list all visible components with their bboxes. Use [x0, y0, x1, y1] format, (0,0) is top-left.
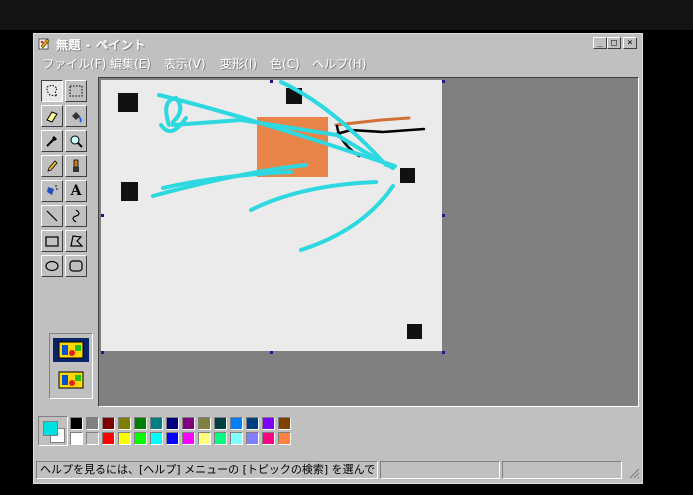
menu-image[interactable]: 変形(I) — [220, 55, 257, 72]
palette-swatch[interactable] — [134, 432, 147, 445]
palette-swatch[interactable] — [214, 432, 227, 445]
tool-polygon[interactable] — [65, 230, 87, 252]
tool-color-picker[interactable] — [41, 130, 63, 152]
palette-swatch[interactable] — [150, 417, 163, 430]
status-help-text: ヘルプを見るには、[ヘルプ] メニューの [トピックの検索] を選んでください。 — [36, 461, 378, 479]
transparent-selection-icon — [58, 371, 84, 389]
canvas-resize-handle[interactable] — [442, 214, 445, 217]
polygon-icon — [70, 235, 84, 247]
tool-free-select[interactable] — [41, 80, 63, 102]
title-bar[interactable]: 無題 - ペイント _ □ × — [34, 34, 642, 52]
palette-swatch[interactable] — [166, 432, 179, 445]
status-size — [502, 461, 622, 479]
canvas-resize-handle — [442, 80, 445, 83]
menu-file[interactable]: ファイル(F) — [42, 55, 106, 72]
drawing-canvas[interactable] — [101, 80, 442, 351]
color-palette — [38, 413, 308, 449]
maximize-button[interactable]: □ — [607, 37, 621, 49]
palette-swatch[interactable] — [246, 417, 259, 430]
palette-swatch[interactable] — [182, 417, 195, 430]
airbrush-icon — [47, 185, 58, 195]
canvas-workspace[interactable] — [98, 77, 639, 407]
option-opaque[interactable] — [53, 338, 89, 362]
palette-swatch[interactable] — [246, 432, 259, 445]
magnifier-icon — [70, 135, 83, 148]
eraser-icon — [46, 111, 58, 123]
palette-swatch[interactable] — [150, 432, 163, 445]
tool-pencil[interactable] — [41, 155, 63, 177]
palette-swatch[interactable] — [118, 417, 131, 430]
status-coordinates — [380, 461, 500, 479]
canvas-resize-handle — [270, 80, 273, 83]
free-select-icon — [46, 84, 59, 97]
palette-swatch[interactable] — [230, 417, 243, 430]
paint-bucket-icon — [72, 112, 82, 123]
text-icon: A — [70, 183, 82, 199]
palette-swatch[interactable] — [86, 417, 99, 430]
tool-magnifier[interactable] — [65, 130, 87, 152]
tool-rectangle[interactable] — [41, 230, 63, 252]
palette-swatch[interactable] — [118, 432, 131, 445]
ellipse-icon — [45, 260, 59, 272]
canvas-resize-handle[interactable] — [270, 351, 273, 354]
curve-icon — [72, 209, 80, 223]
tool-fill[interactable] — [65, 105, 87, 127]
pencil-icon — [47, 160, 58, 172]
foreground-color-swatch — [43, 421, 58, 436]
menu-edit[interactable]: 編集(E) — [110, 55, 151, 72]
palette-swatch[interactable] — [214, 417, 227, 430]
menu-help[interactable]: ヘルプ(H) — [312, 55, 366, 72]
palette-swatch[interactable] — [230, 432, 243, 445]
tool-curve[interactable] — [65, 205, 87, 227]
palette-swatch[interactable] — [198, 432, 211, 445]
palette-swatch[interactable] — [198, 417, 211, 430]
window-title: 無題 - ペイント — [56, 38, 146, 52]
tool-rect-select[interactable] — [65, 80, 87, 102]
tool-ellipse[interactable] — [41, 255, 63, 277]
rounded-rect-icon — [69, 260, 83, 272]
tool-line[interactable] — [41, 205, 63, 227]
palette-swatch[interactable] — [262, 432, 275, 445]
brush-icon — [73, 159, 79, 172]
canvas-resize-handle[interactable] — [442, 351, 445, 354]
palette-swatch[interactable] — [166, 417, 179, 430]
minimize-button[interactable]: _ — [593, 37, 607, 49]
line-icon — [46, 210, 58, 222]
resize-grip-icon[interactable] — [628, 467, 640, 479]
drawing-strokes — [118, 80, 426, 339]
palette-swatch[interactable] — [182, 432, 195, 445]
palette-swatch[interactable] — [278, 417, 291, 430]
toolbox: A — [39, 78, 97, 408]
palette-swatch[interactable] — [102, 432, 115, 445]
rectangle-icon — [45, 236, 59, 247]
option-transparent[interactable] — [53, 368, 89, 392]
palette-swatch[interactable] — [102, 417, 115, 430]
canvas-resize-handle — [101, 214, 104, 217]
canvas-resize-handle — [101, 351, 104, 354]
palette-swatch[interactable] — [70, 432, 83, 445]
status-bar: ヘルプを見るには、[ヘルプ] メニューの [トピックの検索] を選んでください。 — [34, 459, 642, 481]
palette-swatch[interactable] — [134, 417, 147, 430]
tool-options-panel — [49, 333, 93, 399]
palette-swatch[interactable] — [70, 417, 83, 430]
menu-view[interactable]: 表示(V) — [164, 55, 206, 72]
opaque-selection-icon — [58, 341, 84, 359]
eyedropper-icon — [46, 136, 57, 147]
tool-rounded-rect[interactable] — [65, 255, 87, 277]
palette-swatch[interactable] — [278, 432, 291, 445]
palette-swatch[interactable] — [262, 417, 275, 430]
tool-airbrush[interactable] — [41, 180, 63, 202]
tool-eraser[interactable] — [41, 105, 63, 127]
tool-text[interactable]: A — [65, 180, 87, 202]
tool-brush[interactable] — [65, 155, 87, 177]
current-colors[interactable] — [38, 416, 68, 446]
menu-colors[interactable]: 色(C) — [270, 55, 300, 72]
screen-bezel — [0, 0, 693, 30]
rect-select-icon — [69, 85, 83, 97]
palette-swatch[interactable] — [86, 432, 99, 445]
paint-app-icon — [38, 38, 50, 50]
paint-window: 無題 - ペイント _ □ × ファイル(F) 編集(E) 表示(V) 変形(I… — [33, 33, 643, 484]
close-button[interactable]: × — [623, 37, 637, 49]
menu-bar: ファイル(F) 編集(E) 表示(V) 変形(I) 色(C) ヘルプ(H) — [34, 53, 642, 71]
